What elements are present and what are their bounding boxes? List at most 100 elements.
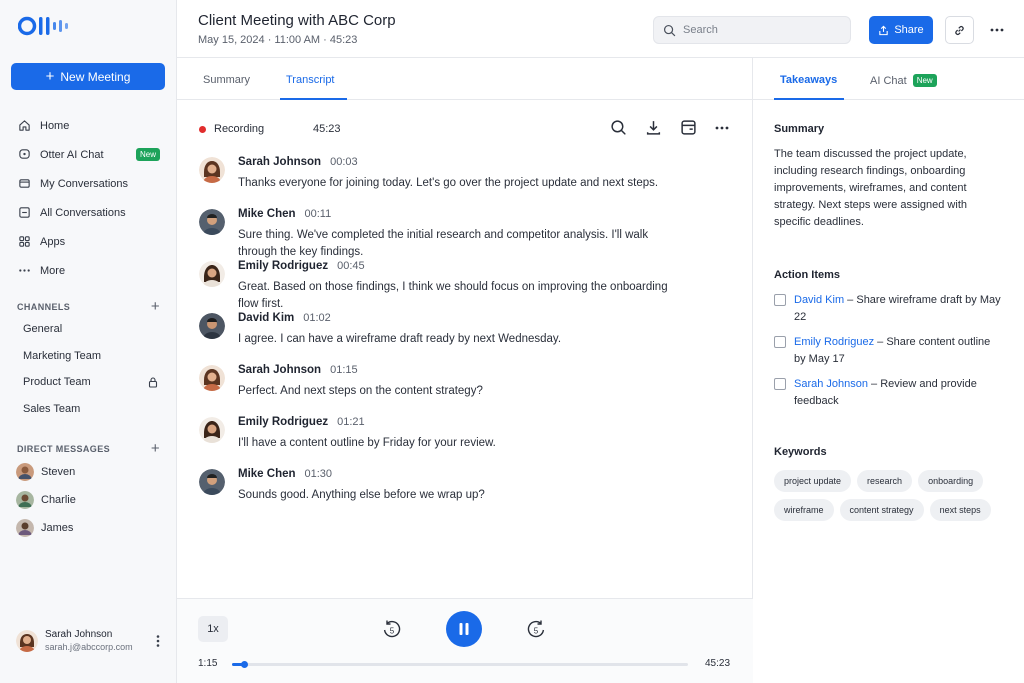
playback-speed-button[interactable]: 1x <box>198 616 228 642</box>
rewind-5-button[interactable]: 5 <box>380 617 404 641</box>
keyword-chip[interactable]: next steps <box>929 499 991 521</box>
speaker-name: Sarah Johnson <box>238 364 322 376</box>
seek-bar[interactable] <box>232 661 688 668</box>
profile-text: Sarah Johnson sarah.j@abccorp.com <box>45 629 133 652</box>
avatar <box>199 157 225 183</box>
search-icon[interactable] <box>610 119 627 136</box>
recording-bar: Recording 45:23 <box>199 119 729 139</box>
nav-item-otter-ai-chat[interactable]: Otter AI Chat New <box>0 140 177 169</box>
action-item-checkbox[interactable] <box>774 294 786 306</box>
plus-icon: + <box>45 68 55 85</box>
speaker-line: Mike Chen 01:30 <box>238 468 332 480</box>
transcript-entry[interactable]: Sarah Johnson 01:15 Perfect. And next ste… <box>199 364 729 416</box>
keyword-chip[interactable]: onboarding <box>918 470 984 492</box>
new-badge: New <box>135 148 160 161</box>
dm-item-james[interactable]: James <box>0 514 177 542</box>
nav-label: Otter AI Chat <box>40 148 104 161</box>
keyword-chip[interactable]: content strategy <box>839 499 924 521</box>
tab-takeaways[interactable]: Takeaways <box>780 74 837 86</box>
action-items-list: David Kim – Share wireframe draft by May… <box>774 292 1004 418</box>
grid-icon <box>19 236 30 247</box>
avatar <box>199 365 225 391</box>
download-icon[interactable] <box>645 119 662 136</box>
timestamp[interactable]: 01:02 <box>303 312 331 324</box>
nav-item-all-conversations[interactable]: All Conversations <box>0 198 177 227</box>
avatar <box>199 313 225 339</box>
add-channel-icon[interactable]: + <box>151 298 160 315</box>
action-item-checkbox[interactable] <box>774 378 786 390</box>
panel-toggle-icon[interactable] <box>680 119 697 136</box>
channel-item-general[interactable]: General <box>0 316 177 343</box>
page-title: Client Meeting with ABC Corp <box>198 12 396 29</box>
nav-item-my-conversations[interactable]: My Conversations <box>0 169 177 198</box>
keyword-chip[interactable]: wireframe <box>774 499 834 521</box>
new-meeting-button[interactable]: + New Meeting <box>11 63 165 90</box>
forward-5-button[interactable]: 5 <box>524 617 548 641</box>
nav-item-more[interactable]: More <box>0 256 177 285</box>
tab-ai-chat[interactable]: AI Chat New <box>870 74 937 87</box>
channel-label: Product Team <box>23 376 91 389</box>
action-item-checkbox[interactable] <box>774 336 786 348</box>
transcript-entry[interactable]: Sarah Johnson 00:03 Thanks everyone for j… <box>199 156 729 208</box>
share-button[interactable]: Share <box>869 16 933 44</box>
assignee-link[interactable]: David Kim <box>794 294 844 306</box>
timestamp[interactable]: 00:11 <box>305 208 332 220</box>
action-item-text: Emily Rodriguez – Share content outline … <box>794 334 1004 368</box>
keyword-chips: project update research onboarding wiref… <box>774 470 1014 521</box>
channel-item-product-team[interactable]: Product Team <box>0 369 177 396</box>
keyword-chip[interactable]: project update <box>774 470 852 492</box>
nav-label: All Conversations <box>40 206 126 219</box>
speaker-line: Emily Rodriguez 00:45 <box>238 260 365 272</box>
dm-item-charlie[interactable]: Charlie <box>0 486 177 514</box>
channel-label: General <box>23 323 63 336</box>
timestamp[interactable]: 01:15 <box>330 364 358 376</box>
utterance-text: I'll have a content outline by Friday fo… <box>238 437 496 449</box>
timestamp[interactable]: 00:45 <box>337 260 365 272</box>
keywords-heading: Keywords <box>774 446 827 458</box>
dots-icon <box>19 269 30 272</box>
transcript-entry[interactable]: David Kim 01:02 I agree. I can have a wir… <box>199 312 729 364</box>
assignee-link[interactable]: Sarah Johnson <box>794 378 868 390</box>
new-meeting-label: New Meeting <box>60 69 131 84</box>
avatar <box>16 491 34 509</box>
channels-heading: CHANNELS + <box>17 298 160 315</box>
otter-logo[interactable] <box>18 14 80 38</box>
kebab-menu-icon[interactable] <box>155 634 161 648</box>
rewind-icon: 5 <box>383 620 401 638</box>
seek-handle[interactable] <box>241 661 249 668</box>
avatar <box>199 417 225 443</box>
list-icon <box>19 207 30 218</box>
new-badge: New <box>912 74 937 87</box>
avatar <box>16 463 34 481</box>
timestamp[interactable]: 01:30 <box>305 468 333 480</box>
transcript-entry[interactable]: Mike Chen 01:30 Sounds good. Anything els… <box>199 468 729 520</box>
speaker-name: Sarah Johnson <box>238 156 322 168</box>
search-input[interactable]: Search <box>653 16 851 44</box>
timestamp[interactable]: 00:03 <box>330 156 358 168</box>
nav-item-home[interactable]: Home <box>0 111 177 140</box>
more-horizontal-icon[interactable] <box>715 126 729 130</box>
channels-heading-label: CHANNELS <box>17 301 71 312</box>
dm-item-steven[interactable]: Steven <box>0 458 177 486</box>
user-profile[interactable]: Sarah Johnson sarah.j@abccorp.com <box>16 629 161 652</box>
more-options-button[interactable] <box>988 20 1006 40</box>
assignee-link[interactable]: Emily Rodriguez <box>794 336 874 348</box>
dm-label: Charlie <box>41 494 76 506</box>
add-dm-icon[interactable]: + <box>151 440 160 457</box>
tab-summary[interactable]: Summary <box>203 74 250 86</box>
transcript-entry[interactable]: Mike Chen 00:11 Sure thing. We've complet… <box>199 208 729 260</box>
channel-item-sales-team[interactable]: Sales Team <box>0 396 177 423</box>
copy-link-button[interactable] <box>945 16 974 44</box>
tab-label: AI Chat <box>870 74 907 87</box>
nav-item-apps[interactable]: Apps <box>0 227 177 256</box>
speaker-line: David Kim 01:02 <box>238 312 331 324</box>
timestamp[interactable]: 01:21 <box>337 416 365 428</box>
channel-item-marketing-team[interactable]: Marketing Team <box>0 343 177 370</box>
keyword-chip[interactable]: research <box>857 470 913 492</box>
summary-heading: Summary <box>774 123 825 135</box>
transcript-entry[interactable]: Emily Rodriguez 01:21 I'll have a content… <box>199 416 729 468</box>
channel-label: Sales Team <box>23 402 81 415</box>
transcript-entry[interactable]: Emily Rodriguez 00:45 Great. Based on tho… <box>199 260 729 312</box>
tab-transcript[interactable]: Transcript <box>286 74 335 86</box>
pause-button[interactable] <box>446 611 482 647</box>
